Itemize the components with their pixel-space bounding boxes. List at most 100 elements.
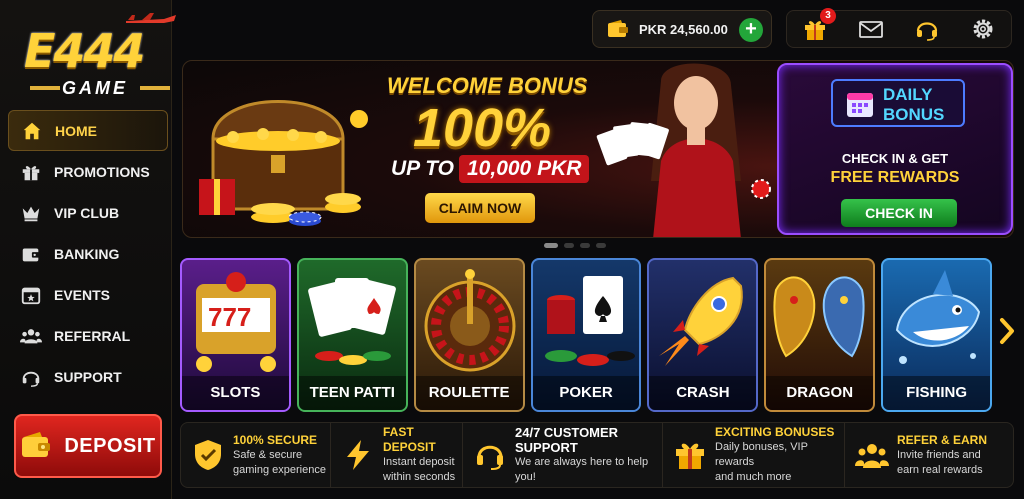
game-categories: 777 SLOTS TEEN PATTI ROULETTE POKER CRAS…	[180, 258, 993, 412]
feature-desc-line-2: within seconds	[383, 471, 456, 483]
chevron-right-icon[interactable]	[996, 316, 1018, 346]
sidebar-item-label: HOME	[55, 122, 97, 139]
feature-desc-line-2: earn real rewards	[897, 463, 983, 476]
notification-badge: 3	[820, 8, 836, 24]
game-label: FISHING	[883, 376, 991, 410]
feature-title: 24/7 CUSTOMER SUPPORT	[515, 425, 619, 455]
feature-title: REFER & EARN	[897, 432, 988, 447]
sidebar-item-vip-club[interactable]: VIP CLUB	[8, 192, 168, 233]
gift-notification-button[interactable]: 3	[798, 8, 836, 46]
users-icon	[855, 444, 889, 468]
logo-main-text: E444	[24, 24, 145, 78]
gear-icon	[973, 19, 993, 39]
top-icon-group: 3	[786, 8, 1012, 48]
feature-desc-line-1: We are always here to help you!	[515, 456, 649, 483]
checkin-caption: CHECK IN & GET	[841, 151, 949, 166]
roulette-wheel-icon	[424, 269, 516, 372]
feature-desc-line-1: Safe & secure	[233, 448, 303, 461]
balance-amount: PKR 24,560.00	[639, 21, 728, 37]
welcome-banner[interactable]: WELCOME BONUS 100% UP TO 10,000 PKR CLAI…	[182, 60, 1014, 238]
shield-icon	[195, 440, 221, 470]
deposit-button[interactable]: DEPOSIT	[14, 414, 162, 478]
game-tile-crash[interactable]: CRASH	[647, 258, 759, 412]
settings-button[interactable]	[966, 12, 1000, 46]
feature-title: FAST DEPOSIT	[383, 425, 436, 454]
headset-icon	[477, 445, 503, 470]
slot-machine-icon: 777	[196, 272, 276, 372]
check-in-button[interactable]: CHECK IN	[841, 199, 957, 227]
feature-bonuses: EXCITING BONUSES Daily bonuses, VIP rewa…	[663, 423, 845, 487]
sidebar-item-referral[interactable]: REFERRAL	[8, 315, 168, 356]
carousel-dot[interactable]	[580, 243, 590, 248]
banner-percent: 100%	[413, 98, 552, 158]
sidebar-item-promotions[interactable]: PROMOTIONS	[8, 151, 168, 192]
sidebar-item-events[interactable]: EVENTS	[8, 274, 168, 315]
game-tile-slots[interactable]: 777 SLOTS	[180, 258, 291, 412]
game-label: CRASH	[649, 376, 757, 410]
game-tile-teen-patti[interactable]: TEEN PATTI	[296, 258, 408, 412]
claim-now-button[interactable]: CLAIM NOW	[425, 193, 535, 223]
feature-title: EXCITING BONUSES	[715, 425, 835, 439]
logo-sub-text: GAME	[62, 78, 128, 98]
lightning-icon	[347, 440, 369, 470]
game-tile-poker[interactable]: POKER	[530, 258, 642, 412]
feature-secure: 100% SECURE Safe & secure gaming experie…	[181, 423, 331, 487]
daily-bonus-line-2: BONUS	[883, 105, 945, 124]
game-tile-roulette[interactable]: ROULETTE	[413, 258, 525, 412]
add-funds-button[interactable]: +	[739, 18, 763, 42]
game-label: ROULETTE	[415, 376, 523, 410]
feature-desc-line-2: gaming experience	[233, 463, 326, 476]
sidebar-item-home[interactable]: HOME	[8, 110, 168, 151]
feature-fast-deposit: FAST DEPOSIT Instant deposit within seco…	[331, 423, 463, 487]
calendar-icon	[847, 93, 873, 117]
feature-desc-line-2: and much more	[715, 471, 792, 483]
home-icon	[19, 120, 45, 142]
crown-icon	[18, 202, 44, 224]
sidebar-nav: HOME PROMOTIONS VIP CLUB BANKING EVENTS	[8, 110, 168, 397]
wallet-icon	[608, 20, 628, 37]
messages-button[interactable]	[854, 12, 888, 46]
top-bar: PKR 24,560.00 + 3	[182, 0, 1024, 58]
headset-icon	[916, 22, 938, 41]
sidebar-item-label: VIP CLUB	[54, 204, 120, 221]
logo-divider-left	[30, 86, 60, 90]
wallet-icon	[22, 432, 51, 457]
feature-support: 24/7 CUSTOMER SUPPORT We are always here…	[463, 423, 663, 487]
carousel-dot[interactable]	[596, 243, 606, 248]
game-tile-dragon-tiger[interactable]: DRAGON TIGER	[764, 258, 876, 412]
sidebar-item-label: SUPPORT	[54, 368, 122, 385]
shark-icon	[896, 270, 981, 364]
hostess-image	[596, 63, 771, 237]
sidebar: E444 GAME HOME PROMOTIONS VIP CLUB BANKI…	[0, 0, 176, 499]
playing-cards-icon	[307, 278, 396, 365]
gift-icon	[676, 443, 704, 469]
support-button[interactable]	[910, 12, 944, 46]
feature-title: 100% SECURE	[233, 432, 318, 447]
checkin-highlight: FREE REWARDS	[830, 169, 960, 186]
calendar-icon	[18, 284, 44, 306]
sidebar-item-label: BANKING	[54, 245, 120, 262]
carousel-dot[interactable]	[564, 243, 574, 248]
sidebar-item-banking[interactable]: BANKING	[8, 233, 168, 274]
game-label: DRAGON TIGER	[766, 376, 874, 410]
banner-carousel-dots	[544, 243, 606, 248]
feature-desc-line-1: Instant deposit	[383, 456, 455, 468]
game-label: TEEN PATTI	[298, 376, 406, 410]
users-icon	[18, 325, 44, 347]
headset-icon	[18, 366, 44, 388]
mail-icon	[859, 21, 883, 38]
game-tile-fishing[interactable]: FISHING	[881, 258, 993, 412]
sidebar-item-support[interactable]: SUPPORT	[8, 356, 168, 397]
treasure-chest-image	[199, 100, 368, 226]
features-bar: 100% SECURE Safe & secure gaming experie…	[180, 422, 1014, 488]
brand-logo[interactable]: E444 GAME	[14, 10, 176, 100]
svg-text:777: 777	[208, 302, 251, 332]
daily-bonus-title: DAILY BONUS	[883, 85, 944, 125]
gift-icon	[18, 161, 44, 183]
daily-bonus-line-1: DAILY	[883, 85, 933, 104]
balance-display[interactable]: PKR 24,560.00 +	[592, 10, 772, 48]
dragon-tiger-icon	[773, 276, 865, 358]
carousel-dot[interactable]	[544, 243, 558, 248]
sidebar-item-label: PROMOTIONS	[54, 163, 150, 180]
feature-desc-line-1: Daily bonuses, VIP rewards	[715, 441, 808, 468]
